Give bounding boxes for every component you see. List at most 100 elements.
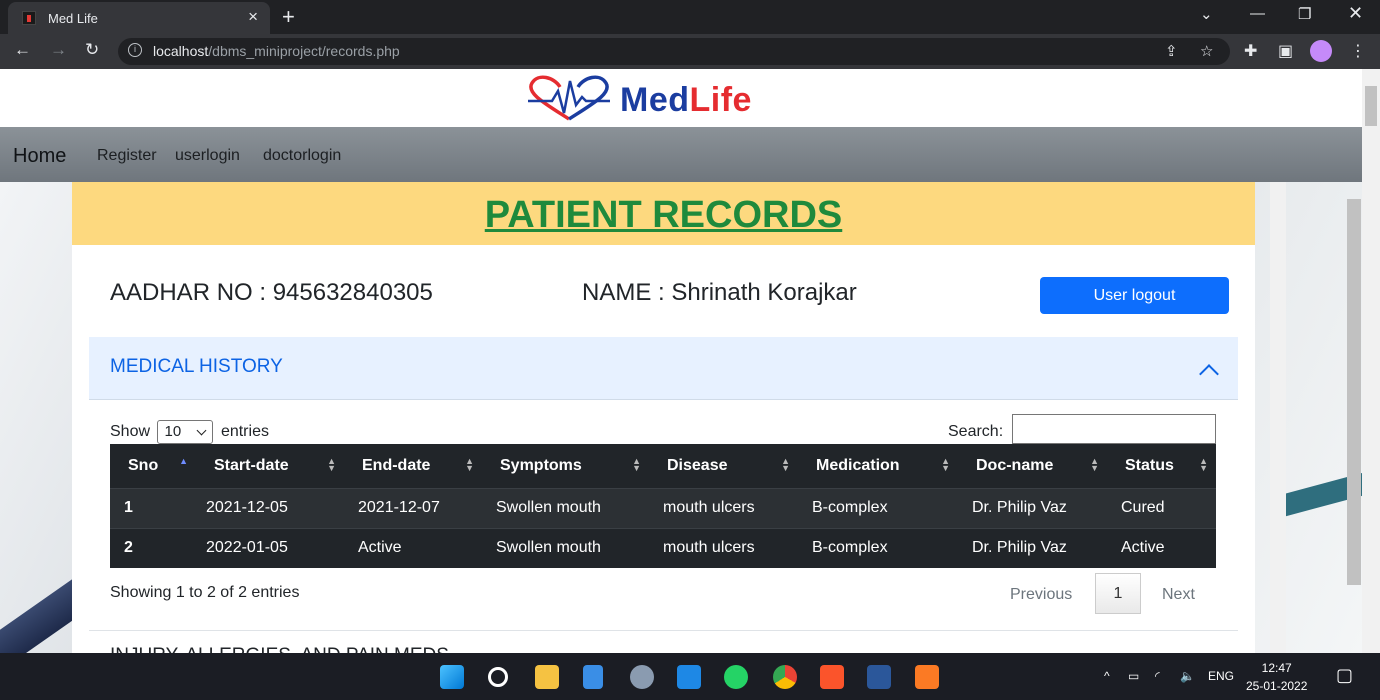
col-status[interactable]: Status ▲ ▼ <box>1107 444 1216 488</box>
vscode-icon[interactable] <box>677 665 701 689</box>
forward-icon[interactable]: → <box>50 40 67 60</box>
cell-status: Cured <box>1107 487 1216 528</box>
share-icon[interactable]: ⇪ <box>1165 42 1178 60</box>
search-input[interactable] <box>1012 414 1216 444</box>
sort-icon: ▲ ▼ <box>327 456 336 473</box>
clock-time: 12:47 <box>1261 661 1292 675</box>
next-accordion-header[interactable]: INJURY, ALLERGIES, AND PAIN MEDS <box>89 630 1238 653</box>
sort-icon: ▲ <box>179 456 188 466</box>
browser-tab[interactable]: Med Life × <box>8 2 270 34</box>
pagination-next[interactable]: Next <box>1162 586 1195 604</box>
records-card: PATIENT RECORDS AADHAR NO : 945632840305… <box>72 182 1255 653</box>
site-info-icon[interactable]: i <box>128 43 142 57</box>
search-label: Search: <box>948 423 1004 440</box>
cell-end-date: Active <box>344 527 482 568</box>
tray-overflow-icon[interactable]: ^ <box>1104 669 1110 683</box>
tab-title: Med Life <box>48 11 98 26</box>
entries-select[interactable]: 10 <box>157 420 214 444</box>
page-title: PATIENT RECORDS <box>484 194 843 236</box>
sort-icon: ▲ ▼ <box>1090 456 1099 473</box>
site-navbar: Home Register userlogin doctorlogin <box>0 127 1362 182</box>
file-explorer-icon[interactable] <box>535 665 559 689</box>
sort-icon: ▲ ▼ <box>1199 456 1208 473</box>
start-icon[interactable] <box>440 665 464 689</box>
pagination-page-1[interactable]: 1 <box>1095 573 1141 614</box>
language-indicator[interactable]: ENG <box>1208 669 1234 683</box>
battery-icon[interactable]: ▭ <box>1128 669 1139 683</box>
table-header-row: Sno ▲ Start-date ▲ ▼ End-date ▲ ▼ Symptoms ▲ ▼ … <box>110 444 1216 488</box>
cell-disease: mouth ulcers <box>649 487 798 528</box>
nav-doctorlogin-link[interactable]: doctorlogin <box>263 147 341 165</box>
col-medication[interactable]: Medication ▲ ▼ <box>798 444 958 488</box>
close-tab-icon[interactable]: × <box>248 7 258 27</box>
profile-avatar[interactable] <box>1310 40 1332 62</box>
cell-doc-name: Dr. Philip Vaz <box>958 487 1107 528</box>
volume-icon[interactable]: 🔈 <box>1180 669 1195 683</box>
cell-end-date: 2021-12-07 <box>344 487 482 528</box>
col-start-date[interactable]: Start-date ▲ ▼ <box>196 444 344 488</box>
address-bar[interactable]: i localhost/dbms_miniproject/records.php… <box>118 38 1230 65</box>
cell-sno: 2 <box>110 527 196 568</box>
browser-tab-strip: Med Life × + ⌄ — ❐ ✕ <box>0 0 1380 34</box>
site-favicon-icon <box>22 11 36 25</box>
cell-medication: B-complex <box>798 527 958 568</box>
cell-start-date: 2021-12-05 <box>196 487 344 528</box>
col-sno[interactable]: Sno ▲ <box>110 444 196 488</box>
maximize-icon[interactable]: ❐ <box>1298 5 1311 23</box>
browser-toolbar: ← → ↻ i localhost/dbms_miniproject/recor… <box>0 34 1380 69</box>
col-end-date[interactable]: End-date ▲ ▼ <box>344 444 482 488</box>
nav-home-link[interactable]: Home <box>13 145 66 168</box>
nav-userlogin-link[interactable]: userlogin <box>175 147 240 165</box>
cell-medication: B-complex <box>798 487 958 528</box>
cell-sno: 1 <box>110 487 196 528</box>
settings-gear-icon[interactable] <box>630 665 654 689</box>
whatsapp-icon[interactable] <box>724 665 748 689</box>
page-viewport: MedLife Home Register userlogin doctorlo… <box>0 69 1362 653</box>
page-scrollbar-thumb[interactable] <box>1365 86 1377 126</box>
windows-taskbar: ^ ▭ ◜ 🔈 ENG 12:47 25-01-2022 ▢ <box>0 653 1380 700</box>
url-text: localhost/dbms_miniproject/records.php <box>153 43 400 59</box>
col-disease[interactable]: Disease ▲ ▼ <box>649 444 798 488</box>
medical-history-accordion-header[interactable]: MEDICAL HISTORY <box>89 337 1238 400</box>
extensions-icon[interactable]: ✚ <box>1244 41 1257 61</box>
col-symptoms[interactable]: Symptoms ▲ ▼ <box>482 444 649 488</box>
reload-icon[interactable]: ↻ <box>85 40 99 60</box>
browser-menu-icon[interactable]: ⋮ <box>1350 41 1366 61</box>
chrome-icon[interactable] <box>773 665 797 689</box>
sort-icon: ▲ ▼ <box>941 456 950 473</box>
minimize-icon[interactable]: — <box>1250 5 1265 22</box>
col-doc-name[interactable]: Doc-name ▲ ▼ <box>958 444 1107 488</box>
side-panel-icon[interactable]: ▣ <box>1278 41 1293 61</box>
wifi-icon[interactable]: ◜ <box>1155 669 1160 683</box>
site-header: MedLife <box>0 69 1362 127</box>
clock-date: 25-01-2022 <box>1246 679 1308 693</box>
search-icon[interactable] <box>488 667 508 687</box>
new-tab-icon[interactable]: + <box>282 4 295 30</box>
user-logout-button[interactable]: User logout <box>1040 277 1229 314</box>
patient-name: NAME : Shrinath Korajkar <box>582 279 857 306</box>
word-icon[interactable] <box>867 665 891 689</box>
sort-icon: ▲ ▼ <box>632 456 641 473</box>
notepad-icon[interactable] <box>583 665 603 689</box>
inner-scrollbar[interactable] <box>1270 182 1286 653</box>
bookmark-star-icon[interactable]: ☆ <box>1200 42 1213 60</box>
page-scrollbar[interactable] <box>1362 69 1380 653</box>
table-row: 1 2021-12-05 2021-12-07 Swollen mouth mo… <box>110 487 1216 528</box>
table-info: Showing 1 to 2 of 2 entries <box>110 584 300 601</box>
nav-register-link[interactable]: Register <box>97 147 157 165</box>
xampp-icon[interactable] <box>915 665 939 689</box>
inner-scrollbar-thumb[interactable] <box>1347 199 1361 585</box>
tab-search-chevron-icon[interactable]: ⌄ <box>1200 5 1213 23</box>
cell-disease: mouth ulcers <box>649 527 798 568</box>
notifications-icon[interactable]: ▢ <box>1336 665 1353 686</box>
next-section-title: INJURY, ALLERGIES, AND PAIN MEDS <box>110 645 449 653</box>
brave-icon[interactable] <box>820 665 844 689</box>
sort-icon: ▲ ▼ <box>781 456 790 473</box>
close-window-icon[interactable]: ✕ <box>1348 3 1363 24</box>
pagination-previous[interactable]: Previous <box>1010 586 1072 604</box>
medical-history-table: Sno ▲ Start-date ▲ ▼ End-date ▲ ▼ Symptoms ▲ ▼ … <box>110 444 1216 568</box>
system-clock[interactable]: 12:47 25-01-2022 <box>1246 659 1307 695</box>
aadhar-number: AADHAR NO : 945632840305 <box>110 279 433 306</box>
back-icon[interactable]: ← <box>14 40 31 60</box>
cell-start-date: 2022-01-05 <box>196 527 344 568</box>
